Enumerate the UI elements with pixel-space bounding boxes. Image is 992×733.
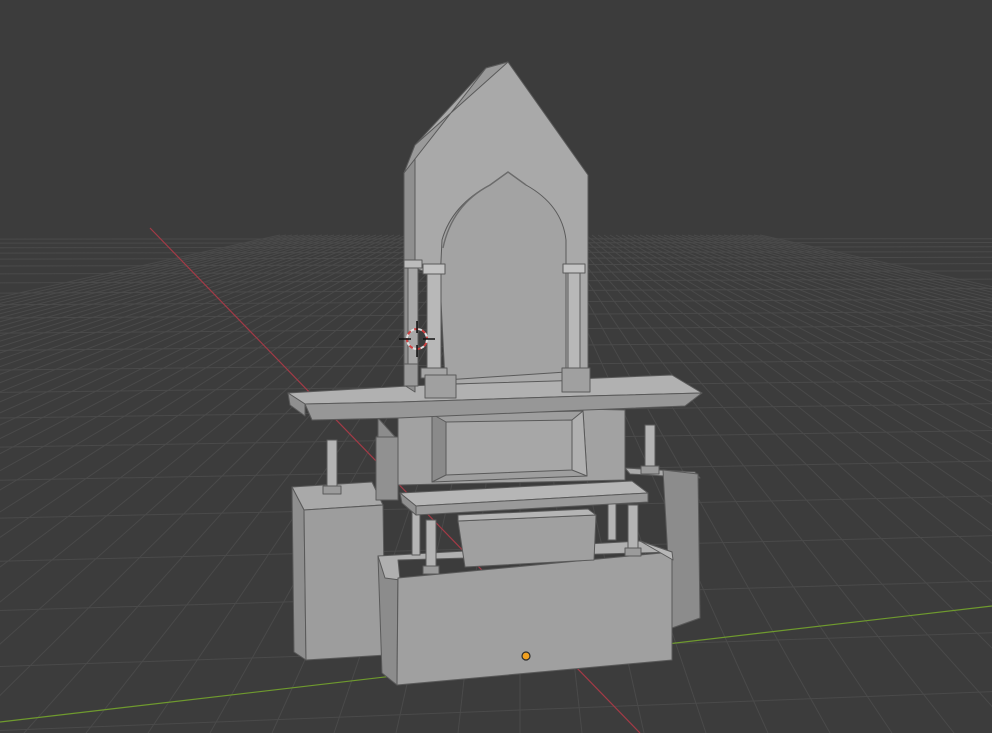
3d-viewport[interactable] (0, 0, 992, 733)
object-origin-icon (521, 651, 531, 661)
left-base-block (291, 481, 386, 661)
inset-panel (431, 410, 588, 483)
small-box (457, 508, 597, 568)
